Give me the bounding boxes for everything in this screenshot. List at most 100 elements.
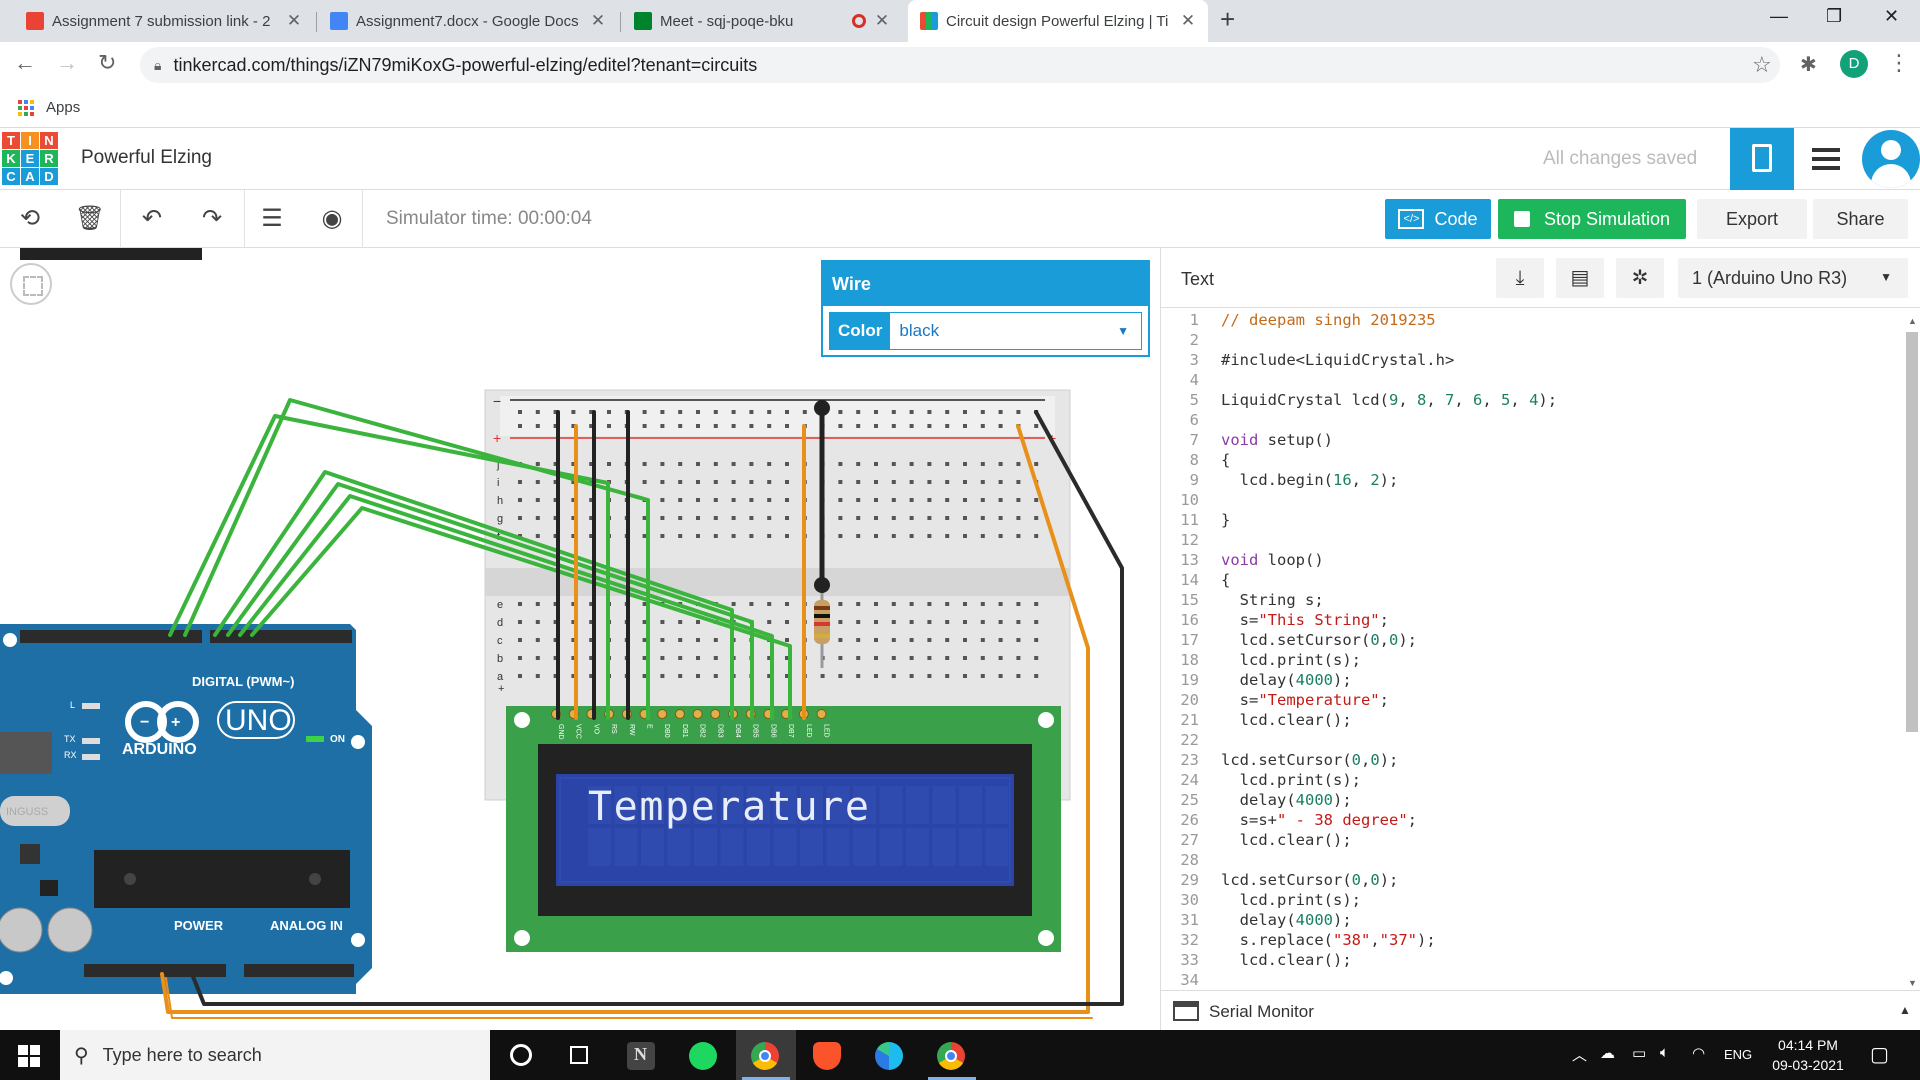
component-list-button[interactable] — [1794, 128, 1858, 190]
notes-icon[interactable]: ☰ — [252, 200, 292, 238]
chrome-icon[interactable] — [736, 1030, 796, 1080]
restore-icon[interactable]: ❐ — [1826, 6, 1842, 27]
fit-view-button[interactable] — [10, 263, 52, 305]
arduino-uno[interactable]: INGUSS − + UNO ARDUINO DIGITAL (PWM~) PO… — [0, 248, 372, 994]
apps-bookmark[interactable]: Apps — [46, 99, 80, 116]
forward-icon[interactable]: → — [56, 50, 78, 76]
code-line[interactable]: lcd.clear(); — [1221, 710, 1557, 730]
close-tab-icon[interactable]: ✕ — [1180, 11, 1196, 31]
circuit-drawing[interactable]: − + + jihgfedcba + GND VCC VO RS RW E DB0 DB1 DB… — [0, 248, 1160, 1030]
wire-color-dropdown[interactable]: Color black ▼ — [829, 312, 1142, 350]
browser-tab-tinkercad[interactable]: Circuit design Powerful Elzing | Ti ✕ — [908, 0, 1208, 42]
code-line[interactable]: ​ — [1221, 850, 1557, 870]
code-line[interactable]: String s; — [1221, 590, 1557, 610]
spotify-icon[interactable] — [674, 1030, 734, 1080]
undo-icon[interactable]: ↶ — [132, 200, 172, 238]
rotate-icon[interactable]: ⟲ — [10, 200, 50, 238]
code-line[interactable]: delay(4000); — [1221, 910, 1557, 930]
tinkercad-logo[interactable]: TIN KER CAD — [2, 132, 58, 185]
design-name[interactable]: Powerful Elzing — [81, 147, 212, 169]
scroll-down-icon[interactable]: ▼ — [1908, 978, 1917, 988]
code-line[interactable]: lcd.begin(16, 2); — [1221, 470, 1557, 490]
code-line[interactable]: { — [1221, 450, 1557, 470]
chevron-up-icon[interactable]: ▲ — [1899, 1003, 1911, 1017]
windows-start-icon[interactable] — [18, 1045, 40, 1067]
code-line[interactable]: void loop() — [1221, 550, 1557, 570]
back-icon[interactable]: ← — [14, 50, 36, 76]
code-line[interactable]: lcd.print(s); — [1221, 770, 1557, 790]
language-indicator[interactable]: ENG — [1724, 1047, 1752, 1062]
minimize-icon[interactable]: — — [1770, 6, 1788, 27]
code-line[interactable]: void setup() — [1221, 430, 1557, 450]
cortana-icon[interactable] — [490, 1030, 550, 1080]
code-line[interactable]: lcd.print(s); — [1221, 650, 1557, 670]
volume-icon[interactable]: 🔈︎ — [1660, 1044, 1669, 1061]
code-line[interactable]: lcd.clear(); — [1221, 950, 1557, 970]
task-view-icon[interactable] — [550, 1030, 610, 1080]
board-select[interactable]: 1 (Arduino Uno R3) ▼ — [1678, 258, 1908, 298]
chrome-profile-icon[interactable] — [922, 1030, 982, 1080]
code-line[interactable]: ​ — [1221, 530, 1557, 550]
address-bar[interactable]: 🔒︎ tinkercad.com/things/iZN79miKoxG-powe… — [140, 47, 1780, 83]
code-line[interactable]: ​ — [1221, 370, 1557, 390]
edge-icon[interactable] — [860, 1030, 920, 1080]
close-tab-icon[interactable]: ✕ — [874, 11, 890, 31]
code-editor[interactable]: 1 2 3 4 5 6 7 8 9 10 11 12 13 14 15 16 17 18 19 20 21 22 23 24 2… — [1161, 310, 1901, 990]
taskbar-clock[interactable]: 04:14 PM 09-03-2021 — [1760, 1035, 1856, 1075]
upload-library-icon[interactable]: ▤ — [1556, 258, 1604, 298]
lcd-16x2[interactable]: GND VCC VO RS RW E DB0 DB1 DB2 DB3 DB4 DB5 DB6 DB7 LED… — [506, 706, 1061, 952]
code-line[interactable]: ​ — [1221, 490, 1557, 510]
code-mode-label[interactable]: Text — [1181, 269, 1214, 290]
code-line[interactable]: lcd.setCursor(0,0); — [1221, 750, 1557, 770]
editor-scrollbar[interactable] — [1906, 332, 1918, 732]
close-tab-icon[interactable]: ✕ — [590, 11, 606, 31]
browser-menu-icon[interactable]: ⋮ — [1888, 50, 1910, 76]
circuit-view-button[interactable] — [1730, 128, 1794, 190]
lcd-pin[interactable] — [657, 709, 668, 719]
lcd-pin[interactable] — [816, 709, 827, 719]
code-button[interactable]: </> Code — [1385, 199, 1491, 239]
code-line[interactable]: LiquidCrystal lcd(9, 8, 7, 6, 5, 4); — [1221, 390, 1557, 410]
new-tab-button[interactable]: + — [1220, 4, 1235, 35]
user-avatar[interactable] — [1862, 130, 1920, 188]
serial-monitor-bar[interactable]: Serial Monitor ▲ — [1161, 990, 1920, 1030]
bookmark-star-icon[interactable]: ☆ — [1752, 52, 1772, 78]
code-line[interactable]: s="This String"; — [1221, 610, 1557, 630]
profile-avatar[interactable]: D — [1840, 50, 1868, 78]
code-line[interactable]: lcd.clear(); — [1221, 830, 1557, 850]
close-tab-icon[interactable]: ✕ — [286, 11, 302, 31]
taskbar-search[interactable]: ⚲ Type here to search — [60, 1030, 490, 1080]
code-line[interactable]: s="Temperature"; — [1221, 690, 1557, 710]
battery-icon[interactable]: ▭ — [1632, 1044, 1646, 1062]
notion-icon[interactable]: N — [612, 1030, 672, 1080]
code-line[interactable]: s=s+" - 38 degree"; — [1221, 810, 1557, 830]
redo-icon[interactable]: ↷ — [192, 200, 232, 238]
code-line[interactable]: s.replace("38","37"); — [1221, 930, 1557, 950]
export-button[interactable]: Export — [1697, 199, 1807, 239]
download-code-icon[interactable]: ⤓ — [1496, 258, 1544, 298]
extensions-icon[interactable]: ✱ — [1800, 52, 1817, 77]
close-window-icon[interactable]: ✕ — [1884, 6, 1899, 27]
code-line[interactable]: #include<LiquidCrystal.h> — [1221, 350, 1557, 370]
code-line[interactable]: lcd.setCursor(0,0); — [1221, 870, 1557, 890]
reload-icon[interactable]: ↻ — [98, 50, 116, 76]
visibility-icon[interactable]: ◉ — [312, 200, 352, 238]
notifications-icon[interactable]: ▢ — [1870, 1042, 1889, 1067]
code-line[interactable]: // deepam singh 2019235 — [1221, 310, 1557, 330]
stop-simulation-button[interactable]: Stop Simulation — [1498, 199, 1686, 239]
code-line[interactable]: delay(4000); — [1221, 790, 1557, 810]
share-button[interactable]: Share — [1813, 199, 1908, 239]
code-line[interactable]: ​ — [1221, 730, 1557, 750]
lcd-pin[interactable] — [710, 709, 721, 719]
lcd-pin[interactable] — [692, 709, 703, 719]
circuit-canvas[interactable]: − + + jihgfedcba + GND VCC VO RS RW E DB0 DB1 DB… — [0, 248, 1160, 1030]
code-line[interactable]: delay(4000); — [1221, 670, 1557, 690]
code-line[interactable]: } — [1221, 510, 1557, 530]
wifi-icon[interactable]: ◠ — [1692, 1044, 1705, 1062]
apps-grid-icon[interactable] — [18, 100, 34, 116]
onedrive-icon[interactable]: ☁ — [1600, 1044, 1615, 1062]
brave-icon[interactable] — [798, 1030, 858, 1080]
code-line[interactable]: lcd.setCursor(0,0); — [1221, 630, 1557, 650]
code-line[interactable]: ​ — [1221, 330, 1557, 350]
browser-tab-meet[interactable]: Meet - sqj-poqe-bku ✕ — [622, 0, 902, 42]
